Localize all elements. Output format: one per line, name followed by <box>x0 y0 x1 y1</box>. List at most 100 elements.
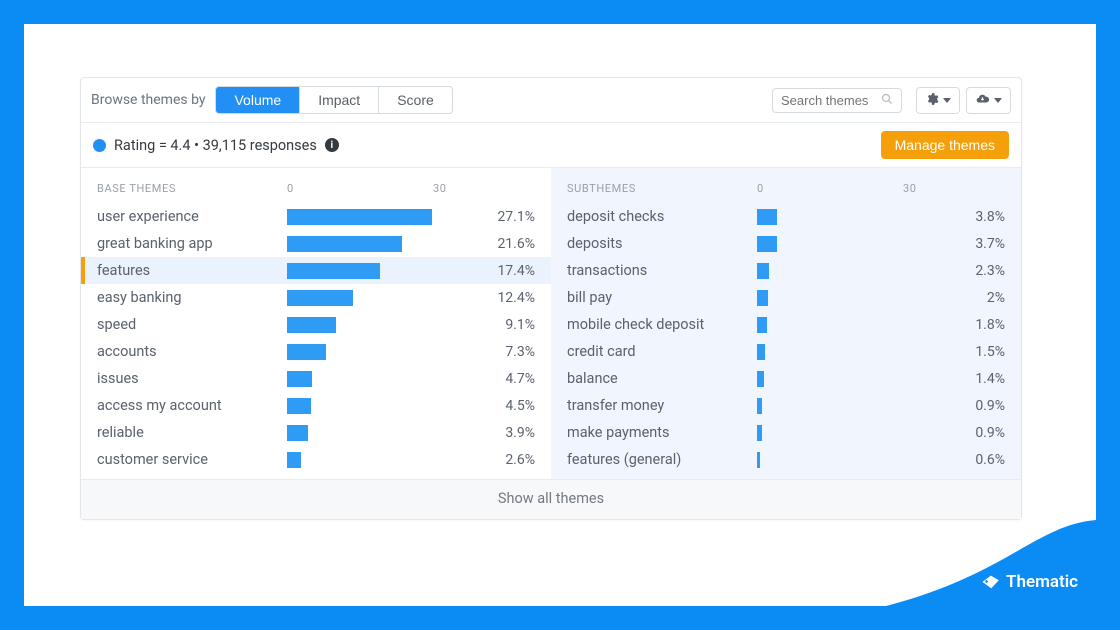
theme-row[interactable]: features (general) 0.6% <box>551 446 1021 473</box>
theme-bar <box>757 451 927 469</box>
theme-row[interactable]: mobile check deposit 1.8% <box>551 311 1021 338</box>
axis-tick-0: 0 <box>757 182 767 195</box>
theme-row[interactable]: deposit checks3.8% <box>551 203 1021 230</box>
tab-impact[interactable]: Impact <box>300 87 379 113</box>
search-icon <box>881 93 893 108</box>
theme-pct: 7.3% <box>457 344 535 360</box>
theme-bar <box>757 397 927 415</box>
theme-row[interactable]: great banking app21.6% <box>81 230 551 257</box>
themes-panel: Browse themes by Volume Impact Score <box>80 77 1022 520</box>
theme-pct: 3.7% <box>927 236 1005 252</box>
theme-pct: 2% <box>927 290 1005 306</box>
status-bar: Rating = 4.4 • 39,115 responses i Manage… <box>81 123 1021 168</box>
search-input[interactable] <box>781 93 875 108</box>
settings-button[interactable] <box>916 87 960 114</box>
theme-bar <box>757 370 927 388</box>
show-all-themes-button[interactable]: Show all themes <box>81 479 1021 519</box>
theme-pct: 2.3% <box>927 263 1005 279</box>
theme-bar <box>757 424 927 442</box>
theme-label: transfer money <box>567 397 757 414</box>
theme-row[interactable]: accounts 7.3% <box>81 338 551 365</box>
theme-bar <box>757 343 927 361</box>
theme-label: features (general) <box>567 451 757 468</box>
theme-label: bill pay <box>567 289 757 306</box>
download-button[interactable] <box>966 87 1011 114</box>
theme-bar <box>757 262 927 280</box>
base-themes-column: BASE THEMES 0 30 user experience 27.1% gre… <box>81 168 551 479</box>
browse-label: Browse themes by <box>91 92 205 108</box>
theme-row[interactable]: bill pay 2% <box>551 284 1021 311</box>
theme-row[interactable]: easy banking12.4% <box>81 284 551 311</box>
theme-label: accounts <box>97 343 287 360</box>
brand-tag-icon <box>980 572 1002 591</box>
sub-heading: SUBTHEMES <box>567 182 757 195</box>
theme-row[interactable]: transactions 2.3% <box>551 257 1021 284</box>
theme-bar <box>287 289 457 307</box>
theme-row[interactable]: deposits 3.7% <box>551 230 1021 257</box>
axis-tick-30: 30 <box>903 182 917 195</box>
theme-bar <box>287 370 457 388</box>
theme-label: transactions <box>567 262 757 279</box>
series-dot-icon <box>93 139 106 152</box>
chevron-down-icon <box>943 98 951 103</box>
brand-logo: Thematic <box>982 572 1078 592</box>
brand-swoosh: Thematic <box>886 520 1096 606</box>
theme-pct: 2.6% <box>457 452 535 468</box>
theme-bar <box>287 343 457 361</box>
theme-pct: 3.8% <box>927 209 1005 225</box>
theme-row[interactable]: transfer money0.9% <box>551 392 1021 419</box>
theme-bar <box>287 235 457 253</box>
axis-tick-30: 30 <box>433 182 447 195</box>
axis-tick-0: 0 <box>287 182 297 195</box>
theme-pct: 21.6% <box>457 236 535 252</box>
chevron-down-icon <box>994 98 1002 103</box>
theme-pct: 0.6% <box>927 452 1005 468</box>
theme-bar <box>287 316 457 334</box>
theme-pct: 1.4% <box>927 371 1005 387</box>
tab-score[interactable]: Score <box>379 87 452 113</box>
theme-row[interactable]: reliable 3.9% <box>81 419 551 446</box>
theme-label: make payments <box>567 424 757 441</box>
theme-bar <box>287 451 457 469</box>
theme-label: user experience <box>97 208 287 225</box>
theme-label: deposits <box>567 235 757 252</box>
theme-bar <box>287 208 457 226</box>
theme-row[interactable]: customer service2.6% <box>81 446 551 473</box>
theme-bar <box>287 262 457 280</box>
tab-group: Volume Impact Score <box>215 86 452 114</box>
theme-pct: 4.7% <box>457 371 535 387</box>
base-column-header: BASE THEMES 0 30 <box>81 182 551 203</box>
theme-row[interactable]: balance1.4% <box>551 365 1021 392</box>
base-heading: BASE THEMES <box>97 182 287 195</box>
manage-themes-button[interactable]: Manage themes <box>881 131 1009 159</box>
theme-row[interactable]: make payments0.9% <box>551 419 1021 446</box>
theme-row[interactable]: issues 4.7% <box>81 365 551 392</box>
tab-volume[interactable]: Volume <box>216 87 300 113</box>
theme-pct: 27.1% <box>457 209 535 225</box>
theme-pct: 1.8% <box>927 317 1005 333</box>
theme-pct: 1.5% <box>927 344 1005 360</box>
theme-row[interactable]: access my account4.5% <box>81 392 551 419</box>
theme-label: mobile check deposit <box>567 316 757 333</box>
theme-label: reliable <box>97 424 287 441</box>
theme-label: credit card <box>567 343 757 360</box>
theme-row[interactable]: features17.4% <box>81 257 551 284</box>
brand-name: Thematic <box>1006 572 1078 592</box>
theme-label: access my account <box>97 397 287 414</box>
info-icon[interactable]: i <box>325 138 339 152</box>
theme-pct: 9.1% <box>457 317 535 333</box>
theme-label: features <box>97 262 287 279</box>
search-input-wrap[interactable] <box>772 88 902 113</box>
theme-row[interactable]: credit card 1.5% <box>551 338 1021 365</box>
theme-row[interactable]: user experience 27.1% <box>81 203 551 230</box>
theme-pct: 3.9% <box>457 425 535 441</box>
theme-bar <box>757 235 927 253</box>
theme-label: issues <box>97 370 287 387</box>
status-text: Rating = 4.4 • 39,115 responses <box>114 137 317 154</box>
theme-row[interactable]: speed9.1% <box>81 311 551 338</box>
sub-column-header: SUBTHEMES 0 30 <box>551 182 1021 203</box>
themes-grid: BASE THEMES 0 30 user experience 27.1% gre… <box>81 168 1021 479</box>
cloud-download-icon <box>975 92 990 109</box>
gear-icon <box>925 92 939 109</box>
theme-bar <box>287 424 457 442</box>
